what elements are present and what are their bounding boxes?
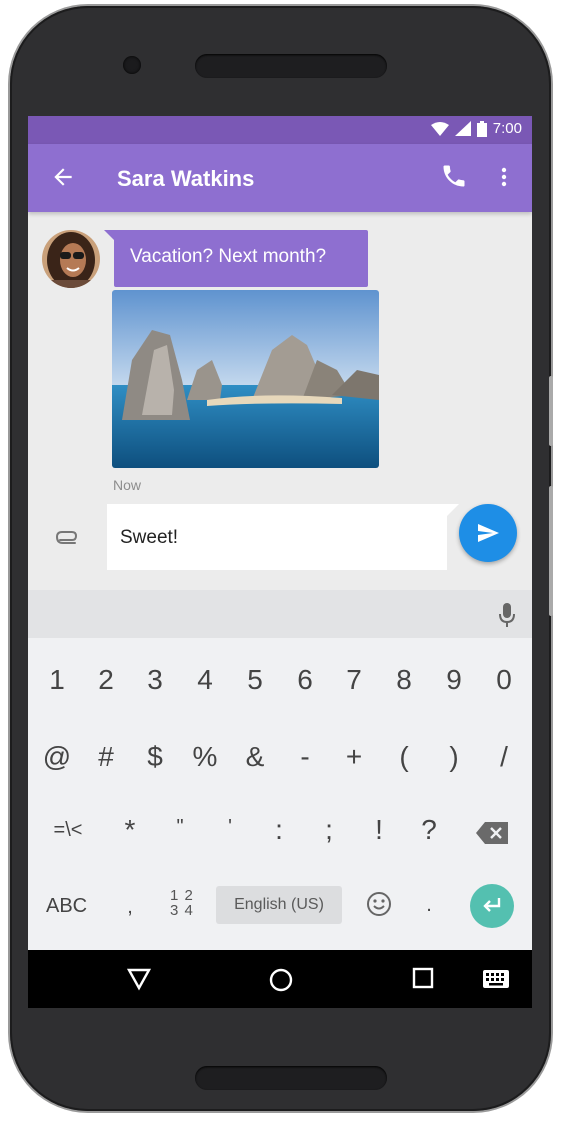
enter-key[interactable] bbox=[470, 884, 514, 928]
key[interactable]: ( bbox=[384, 741, 424, 773]
nav-home-icon[interactable] bbox=[268, 967, 294, 993]
status-time: 7:00 bbox=[492, 120, 522, 137]
key[interactable]: =\< bbox=[48, 819, 88, 842]
num-toggle-bottom: 3 4 bbox=[170, 902, 194, 919]
phone-icon[interactable] bbox=[440, 162, 468, 190]
bottom-speaker bbox=[195, 1066, 387, 1090]
battery-icon bbox=[476, 120, 487, 137]
mic-icon[interactable] bbox=[498, 602, 516, 628]
power-button bbox=[549, 486, 553, 616]
message-input[interactable]: Sweet! bbox=[107, 504, 447, 570]
backspace-icon[interactable] bbox=[476, 822, 508, 844]
message-input-text: Sweet! bbox=[120, 527, 179, 548]
key[interactable]: 5 bbox=[235, 664, 275, 696]
comma-key[interactable]: , bbox=[110, 896, 150, 919]
message-timestamp: Now bbox=[113, 477, 142, 493]
enter-icon bbox=[483, 898, 501, 912]
key[interactable]: ) bbox=[434, 741, 474, 773]
earpiece-speaker bbox=[195, 54, 387, 78]
emoji-icon[interactable] bbox=[366, 891, 392, 917]
input-tail bbox=[447, 504, 459, 516]
key[interactable]: 9 bbox=[434, 664, 474, 696]
message-photo[interactable] bbox=[112, 290, 379, 468]
contact-avatar[interactable] bbox=[42, 230, 100, 288]
front-camera bbox=[123, 56, 141, 74]
send-button[interactable] bbox=[459, 504, 517, 562]
signal-icon bbox=[454, 121, 471, 136]
spacebar[interactable]: English (US) bbox=[216, 886, 342, 924]
key[interactable]: ? bbox=[409, 814, 449, 846]
key[interactable]: 6 bbox=[285, 664, 325, 696]
send-icon bbox=[478, 524, 499, 542]
nav-recents-icon[interactable] bbox=[412, 967, 434, 989]
key[interactable]: 0 bbox=[484, 664, 524, 696]
more-vert-icon[interactable] bbox=[492, 164, 516, 190]
message-text: Vacation? Next month? bbox=[130, 246, 327, 267]
keyboard-icon[interactable] bbox=[483, 970, 509, 988]
keyboard: 1 2 3 4 5 6 7 8 9 0 @ # $ % & - + ( ) / … bbox=[28, 638, 532, 950]
paperclip-icon[interactable] bbox=[54, 526, 82, 548]
back-arrow-icon[interactable] bbox=[50, 164, 76, 190]
key[interactable]: : bbox=[259, 814, 299, 846]
key[interactable]: 7 bbox=[334, 664, 374, 696]
keyboard-suggestion-bar bbox=[28, 590, 532, 638]
abc-key[interactable]: ABC bbox=[46, 895, 87, 918]
symbols-page-key[interactable]: 1 2 3 4 bbox=[170, 888, 194, 918]
navigation-bar bbox=[28, 950, 532, 1008]
volume-button bbox=[549, 376, 553, 446]
period-key[interactable]: . bbox=[409, 894, 449, 917]
key[interactable]: / bbox=[484, 741, 524, 773]
key[interactable]: ; bbox=[309, 814, 349, 846]
key[interactable]: 1 bbox=[37, 664, 77, 696]
key[interactable]: # bbox=[86, 741, 126, 773]
screen: 7:00 Sara Watkins Vacation? Next month? bbox=[28, 116, 532, 1008]
nav-back-icon[interactable] bbox=[127, 967, 151, 991]
incoming-message-bubble[interactable]: Vacation? Next month? bbox=[114, 230, 368, 287]
wifi-icon bbox=[430, 121, 449, 136]
key[interactable]: 8 bbox=[384, 664, 424, 696]
key[interactable]: @ bbox=[37, 741, 77, 773]
key[interactable]: * bbox=[110, 814, 150, 846]
key[interactable]: " bbox=[160, 816, 200, 839]
num-toggle-top: 1 2 bbox=[170, 887, 194, 904]
key[interactable]: & bbox=[235, 741, 275, 773]
status-bar: 7:00 bbox=[28, 116, 532, 144]
key[interactable]: 3 bbox=[135, 664, 175, 696]
app-bar: Sara Watkins bbox=[28, 144, 532, 212]
key[interactable]: - bbox=[285, 741, 325, 773]
key[interactable]: 4 bbox=[185, 664, 225, 696]
key[interactable]: ! bbox=[359, 814, 399, 846]
contact-name: Sara Watkins bbox=[117, 166, 255, 191]
key[interactable]: $ bbox=[135, 741, 175, 773]
key[interactable]: ' bbox=[210, 816, 250, 839]
key[interactable]: 2 bbox=[86, 664, 126, 696]
key[interactable]: % bbox=[185, 741, 225, 773]
key[interactable]: + bbox=[334, 741, 374, 773]
